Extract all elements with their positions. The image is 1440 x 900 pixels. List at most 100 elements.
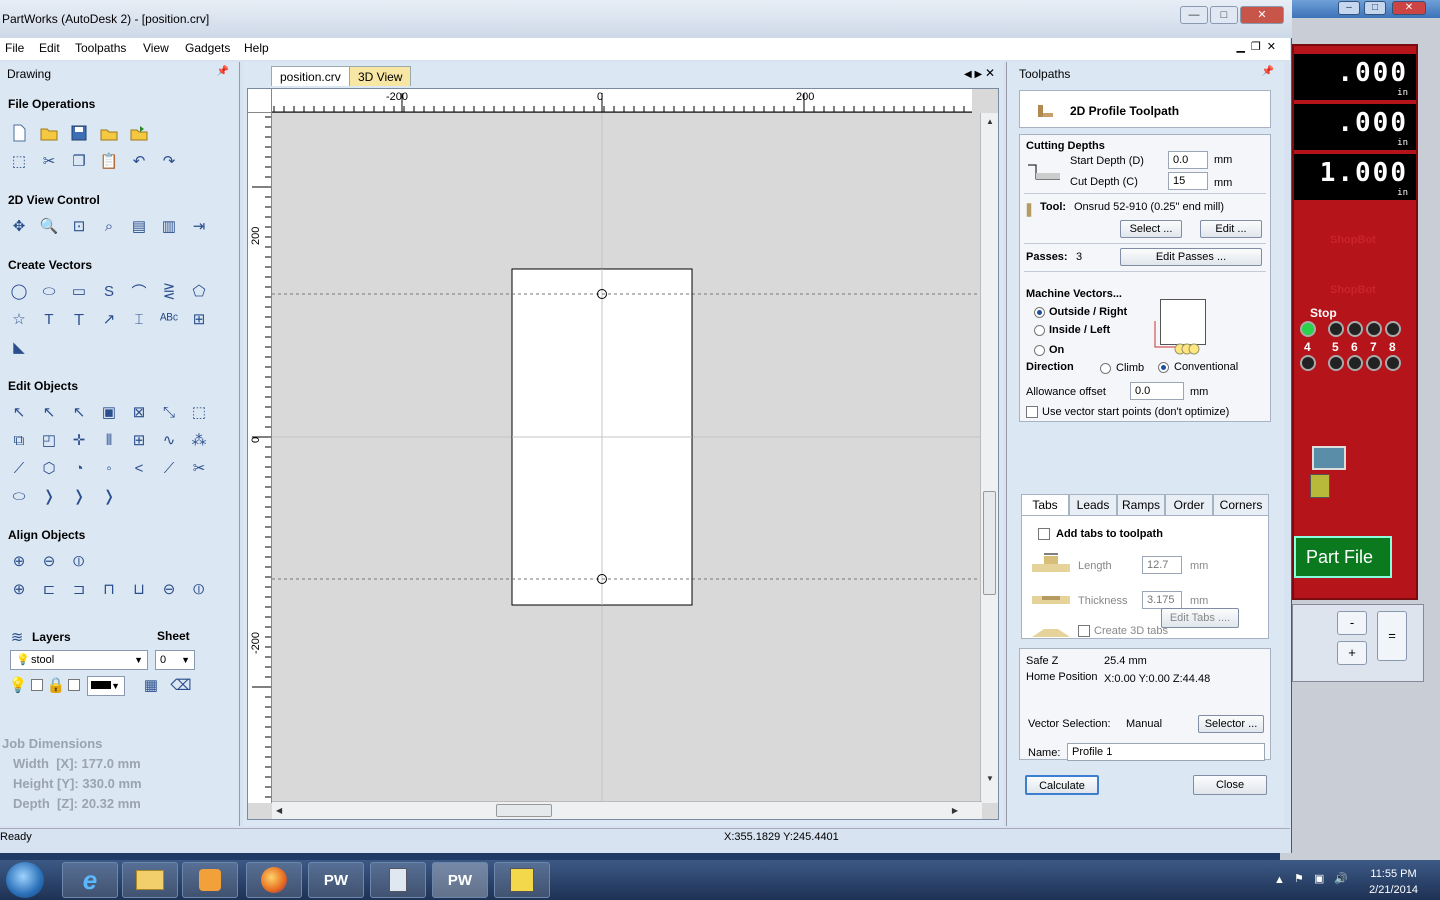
edit-passes-button[interactable]: Edit Passes ... xyxy=(1120,248,1262,266)
document-icon[interactable] xyxy=(1310,474,1330,498)
edit-tabs-button[interactable]: Edit Tabs .... xyxy=(1161,608,1239,628)
partworks-3d-icon[interactable]: PW xyxy=(308,862,364,898)
select-icon[interactable]: ↖ xyxy=(8,401,30,423)
zoom-all-icon[interactable]: ⊡ xyxy=(68,215,90,237)
firefox-icon[interactable] xyxy=(246,862,302,898)
media-player-icon[interactable] xyxy=(182,862,238,898)
vertical-scroll-thumb[interactable] xyxy=(983,491,996,595)
part-file-button[interactable]: Part File xyxy=(1294,536,1392,578)
horizontal-scrollbar[interactable]: ◀ ▶ xyxy=(272,801,982,819)
menu-edit[interactable]: Edit xyxy=(39,41,60,55)
outside-right-radio[interactable] xyxy=(1034,307,1045,318)
scroll-up-icon[interactable]: ▲ xyxy=(986,117,994,126)
shopbot-minimize-button[interactable]: – xyxy=(1338,1,1360,15)
select-all-icon[interactable]: ⬚ xyxy=(8,150,30,172)
ungroup-icon[interactable]: ⊠ xyxy=(128,401,150,423)
align-right-icon[interactable]: ⊐ xyxy=(68,578,90,600)
next-tab-icon[interactable]: ▶ xyxy=(974,69,982,80)
subtab-order[interactable]: Order xyxy=(1165,494,1213,516)
import-icon[interactable] xyxy=(98,122,120,144)
center-in-job-icon[interactable]: ⊕ xyxy=(8,578,30,600)
layer-select[interactable]: 💡 stool ▼ xyxy=(10,650,148,670)
mdi-minimize-button[interactable]: ▁ xyxy=(1236,41,1244,53)
subtab-corners[interactable]: Corners xyxy=(1213,494,1269,516)
drawing-canvas[interactable]: -200 0 200 200 0 -200 ▲ ▼ ◀ ▶ xyxy=(247,88,999,820)
partworks-icon[interactable]: PW xyxy=(432,862,488,898)
menu-file[interactable]: File xyxy=(5,41,24,55)
subtab-tabs[interactable]: Tabs xyxy=(1021,494,1069,516)
calc-plus-button[interactable]: + xyxy=(1337,641,1367,665)
start-depth-input[interactable]: 0.0 xyxy=(1168,151,1208,169)
center-x-icon[interactable]: ⊖ xyxy=(158,578,180,600)
node-edit-icon[interactable]: ↖ xyxy=(38,401,60,423)
align-center-icon[interactable]: ⊕ xyxy=(8,550,30,572)
show-hidden-icons-icon[interactable]: ▲ xyxy=(1274,874,1285,886)
size-icon[interactable]: ◰ xyxy=(38,429,60,451)
calc-minus-button[interactable]: - xyxy=(1337,611,1367,635)
subtab-leads[interactable]: Leads xyxy=(1069,494,1117,516)
shopbot-close-button[interactable]: ✕ xyxy=(1392,1,1426,15)
rectangle-icon[interactable]: ▭ xyxy=(68,280,90,302)
align-vertical-icon[interactable]: ⦶ xyxy=(68,550,90,572)
curve-icon[interactable]: S xyxy=(98,280,120,302)
redo-icon[interactable]: ↷ xyxy=(158,150,180,172)
subtract-icon[interactable]: ◔ xyxy=(68,457,90,479)
ellipse-icon[interactable]: ⬭ xyxy=(38,280,60,302)
node-icon[interactable]: ❭ xyxy=(98,485,120,507)
align-horizontal-icon[interactable]: ⊖ xyxy=(38,550,60,572)
center-y-icon[interactable]: ⦶ xyxy=(188,578,210,600)
output-led-6[interactable] xyxy=(1347,321,1363,337)
nest-icon[interactable]: ⁂ xyxy=(188,429,210,451)
subtab-ramps[interactable]: Ramps xyxy=(1117,494,1165,516)
prev-tab-icon[interactable]: ◀ xyxy=(964,69,972,80)
layer-visible-checkbox[interactable] xyxy=(31,679,43,691)
layout-icon[interactable]: ▥ xyxy=(158,215,180,237)
tab-length-input[interactable]: 12.7 xyxy=(1142,556,1182,574)
menu-view[interactable]: View xyxy=(143,41,169,55)
scroll-left-icon[interactable]: ◀ xyxy=(276,806,282,815)
add-tabs-checkbox[interactable] xyxy=(1038,528,1050,540)
toolpath-name-input[interactable]: Profile 1 xyxy=(1067,743,1265,761)
copy-icon[interactable]: ❐ xyxy=(68,150,90,172)
on-radio[interactable] xyxy=(1034,345,1045,356)
save-icon[interactable] xyxy=(68,122,90,144)
smooth-icon[interactable]: ❭ xyxy=(38,485,60,507)
eraser-icon[interactable]: ⌫ xyxy=(170,674,192,696)
layer-color-select[interactable]: ▼ xyxy=(87,676,125,696)
text-icon[interactable]: T xyxy=(38,308,60,330)
selector-button[interactable]: Selector ... xyxy=(1198,715,1264,733)
tab-position-crv[interactable]: position.crv xyxy=(271,66,350,86)
menu-toolpaths[interactable]: Toolpaths xyxy=(75,41,126,55)
mdi-close-button[interactable]: ✕ xyxy=(1267,41,1276,53)
layer-manager-icon[interactable]: ▦ xyxy=(140,674,162,696)
new-file-icon[interactable] xyxy=(8,122,30,144)
auto-layout-text-icon[interactable]: ⌶ xyxy=(128,308,150,330)
edit-tool-button[interactable]: Edit ... xyxy=(1200,220,1262,238)
mirror-icon[interactable]: ⫴ xyxy=(98,429,120,451)
clock[interactable]: 11:55 PM 2/21/2014 xyxy=(1369,866,1418,898)
climb-radio[interactable] xyxy=(1100,363,1111,374)
fillet-icon[interactable]: ◣ xyxy=(8,336,30,358)
move-icon[interactable]: ✛ xyxy=(68,429,90,451)
export-icon[interactable] xyxy=(128,122,150,144)
join-icon[interactable]: ∿ xyxy=(158,429,180,451)
monitor-icon[interactable] xyxy=(1312,446,1346,470)
extend-icon[interactable]: ⟋ xyxy=(158,457,180,479)
maximize-button[interactable]: □ xyxy=(1210,6,1238,24)
allowance-offset-input[interactable]: 0.0 xyxy=(1130,382,1184,400)
start-button[interactable] xyxy=(6,862,44,898)
tab-thickness-input[interactable]: 3.175 xyxy=(1142,591,1182,609)
scroll-right-icon[interactable]: ▶ xyxy=(952,806,958,815)
layer-visible-icon[interactable]: 💡 xyxy=(9,674,28,696)
menu-gadgets[interactable]: Gadgets xyxy=(185,41,230,55)
mdi-restore-button[interactable]: ❐ xyxy=(1251,41,1261,53)
scale-icon[interactable]: ⧉ xyxy=(8,429,30,451)
close-panel-button[interactable]: Close xyxy=(1193,775,1267,795)
calc-equals-button[interactable]: = xyxy=(1377,611,1407,661)
pin-icon[interactable]: 📌 xyxy=(217,66,229,77)
undo-icon[interactable]: ↶ xyxy=(128,150,150,172)
menu-help[interactable]: Help xyxy=(244,41,269,55)
block-copy-icon[interactable]: ⊞ xyxy=(128,429,150,451)
text-arc-icon[interactable]: ᴬᴮᶜ xyxy=(158,308,180,330)
volume-icon[interactable]: 🔊 xyxy=(1334,872,1348,885)
